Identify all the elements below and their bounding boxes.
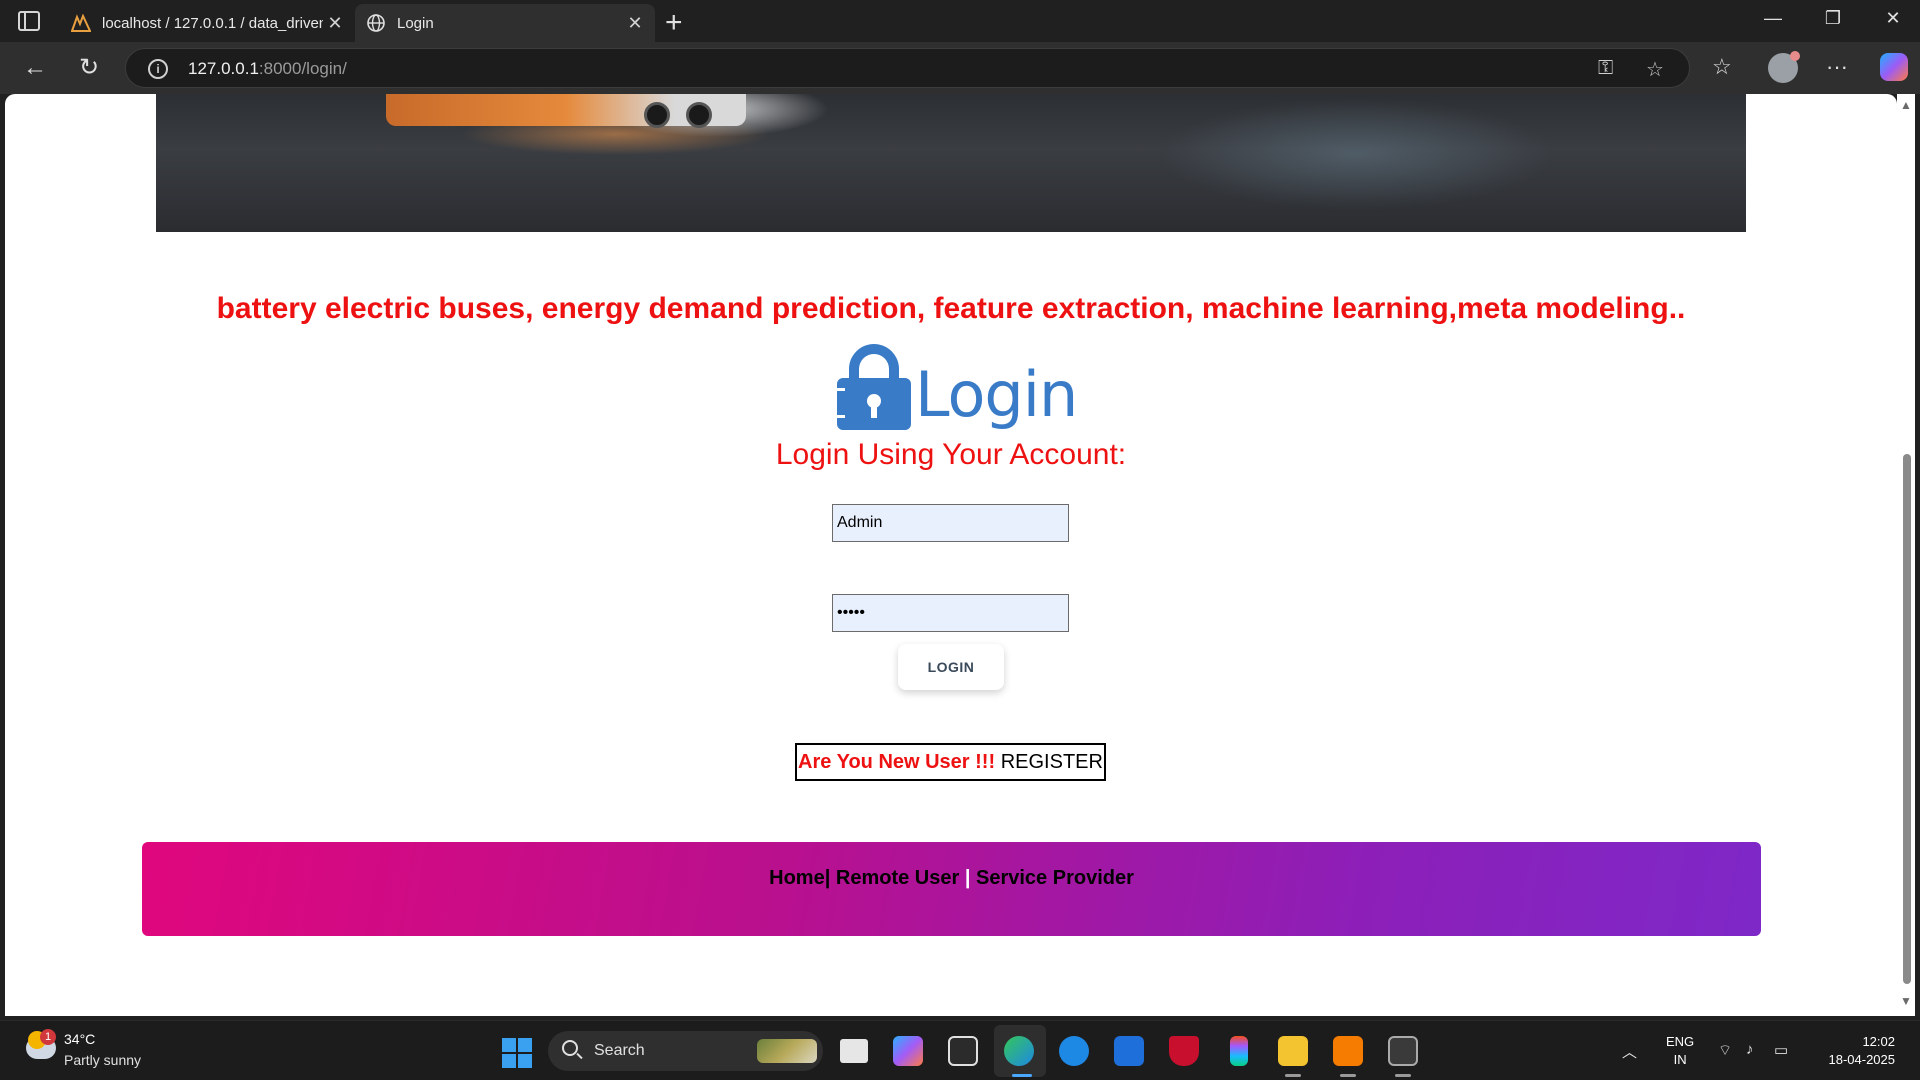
phpmyadmin-icon — [70, 12, 92, 34]
username-input[interactable] — [832, 504, 1069, 542]
tab-title: Login — [397, 14, 434, 32]
key-icon[interactable]: ⚿ — [1598, 57, 1613, 80]
weather-badge: 1 — [40, 1029, 56, 1045]
keywords-heading: battery electric buses, energy demand pr… — [216, 292, 1686, 325]
url-text[interactable]: 127.0.0.1:8000/login/ — [188, 59, 347, 79]
scroll-up-icon[interactable]: ▲ — [1900, 98, 1912, 112]
tab-login[interactable]: Login ✕ — [355, 4, 655, 42]
login-logo-text: Login — [915, 358, 1078, 431]
page-viewport: battery electric buses, energy demand pr… — [5, 94, 1897, 1016]
battery-icon[interactable]: ▭ — [1774, 1041, 1788, 1059]
clock-date: 18-04-2025 — [1828, 1052, 1896, 1067]
bus-wheel — [644, 102, 670, 128]
myhp-icon[interactable] — [1114, 1036, 1144, 1066]
bus-graphic — [386, 94, 746, 128]
url-host: 127.0.0.1 — [188, 59, 259, 78]
close-tab-icon[interactable]: ✕ — [623, 13, 647, 34]
tab-phpmyadmin[interactable]: localhost / 127.0.0.1 / data_driven ✕ — [60, 4, 355, 42]
terminal-icon[interactable] — [1388, 1036, 1418, 1066]
login-subtitle: Login Using Your Account: — [775, 438, 1127, 471]
register-prompt-box: Are You New User !!! REGISTER — [795, 743, 1106, 781]
back-arrow-icon[interactable]: ← — [18, 52, 52, 86]
address-bar[interactable]: i 127.0.0.1:8000/login/ ⚿ ☆ — [125, 48, 1690, 88]
login-logo: Login — [837, 344, 1078, 434]
more-options-icon[interactable]: ··· — [1826, 54, 1848, 80]
taskbar-search[interactable]: Search — [548, 1031, 823, 1071]
app-running-indicator — [1395, 1074, 1411, 1077]
footer-bar: Home| Remote User | Service Provider — [142, 842, 1761, 936]
close-window-icon[interactable]: ✕ — [1873, 8, 1913, 29]
browser-titlebar: localhost / 127.0.0.1 / data_driven ✕ Lo… — [0, 0, 1920, 42]
start-windows-icon[interactable] — [502, 1038, 532, 1068]
lock-icon — [837, 344, 911, 430]
copilot-icon[interactable] — [1880, 53, 1908, 81]
browser-toolbar: ← ↻ i 127.0.0.1:8000/login/ ⚿ ☆ ☆ ··· — [0, 42, 1920, 94]
globe-icon — [365, 12, 387, 34]
site-info-icon[interactable]: i — [148, 59, 168, 79]
footer-home-link[interactable]: Home — [769, 867, 825, 889]
microsoft-store-icon[interactable] — [948, 1036, 978, 1066]
footer-links: Home| Remote User | Service Provider — [142, 867, 1761, 890]
favorites-icon[interactable]: ☆ — [1712, 54, 1732, 80]
volume-icon[interactable]: ♪ — [1746, 1041, 1754, 1058]
tab-title: localhost / 127.0.0.1 / data_driven — [102, 14, 323, 32]
edge-browser-icon[interactable] — [1004, 1036, 1034, 1066]
file-explorer-icon[interactable] — [1278, 1036, 1308, 1066]
language-primary: ENG — [1666, 1034, 1695, 1049]
weather-description[interactable]: Partly sunny — [64, 1052, 141, 1068]
language-indicator[interactable]: ENG IN — [1666, 1033, 1694, 1069]
close-tab-icon[interactable]: ✕ — [323, 13, 347, 34]
xampp-icon[interactable] — [1333, 1036, 1363, 1066]
scroll-thumb[interactable] — [1903, 454, 1911, 984]
favorite-star-icon[interactable]: ☆ — [1646, 57, 1664, 82]
restore-icon[interactable]: ❐ — [1813, 8, 1853, 29]
footer-separator: | — [964, 867, 971, 889]
vertical-scrollbar[interactable]: ▲ ▼ — [1897, 94, 1915, 1016]
figma-icon[interactable] — [1230, 1036, 1248, 1066]
minimize-icon[interactable]: — — [1753, 8, 1793, 29]
new-user-text: Are You New User !!! — [798, 751, 996, 773]
help-icon[interactable] — [1059, 1036, 1089, 1066]
clock-time: 12:02 — [1862, 1034, 1895, 1049]
footer-service-provider-link[interactable]: Service Provider — [976, 867, 1134, 889]
mcafee-icon[interactable] — [1169, 1036, 1199, 1066]
footer-remote-user-link[interactable]: Remote User — [836, 867, 959, 889]
register-link[interactable]: REGISTER — [1001, 751, 1103, 773]
search-highlight-image — [757, 1039, 817, 1063]
copilot-app-icon[interactable] — [893, 1036, 923, 1066]
task-view-icon[interactable] — [840, 1039, 868, 1063]
show-hidden-icons-chevron-icon[interactable]: ︿ — [1622, 1041, 1637, 1062]
footer-separator: | — [824, 867, 831, 889]
app-running-indicator — [1285, 1074, 1301, 1077]
language-secondary: IN — [1673, 1052, 1687, 1067]
url-path: :8000/login/ — [258, 59, 347, 78]
weather-temperature[interactable]: 34°C — [64, 1031, 95, 1047]
new-tab-button[interactable]: + — [665, 6, 683, 40]
login-button[interactable]: LOGIN — [898, 644, 1004, 690]
system-clock[interactable]: 12:02 18-04-2025 — [1815, 1033, 1896, 1069]
scroll-down-icon[interactable]: ▼ — [1900, 994, 1912, 1008]
reload-icon[interactable]: ↻ — [72, 52, 106, 86]
search-placeholder: Search — [594, 1042, 645, 1059]
profile-avatar[interactable] — [1768, 51, 1800, 83]
wifi-icon[interactable]: ⌔ — [1718, 1041, 1732, 1060]
password-input[interactable] — [832, 594, 1069, 632]
bus-wheel — [686, 102, 712, 128]
windows-taskbar: 1 34°C Partly sunny Search ︿ ENG IN ⌔ ♪ … — [0, 1020, 1920, 1080]
app-running-indicator — [1340, 1074, 1356, 1077]
banner-image — [156, 94, 1746, 232]
tab-actions-icon[interactable] — [18, 11, 40, 31]
active-app-indicator — [1012, 1074, 1032, 1077]
search-icon — [562, 1040, 578, 1056]
